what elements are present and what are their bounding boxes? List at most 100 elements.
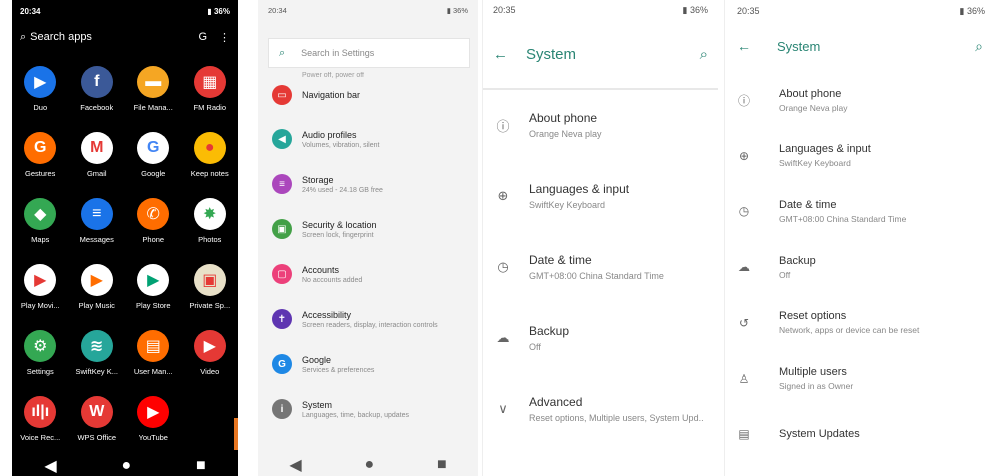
search-apps-label: Search apps bbox=[30, 31, 92, 43]
app-phone[interactable]: ✆ Phone bbox=[125, 198, 182, 256]
status-bar: 20:35 ▮ 36% bbox=[725, 0, 993, 22]
app-play-music[interactable]: ▶ Play Music bbox=[69, 264, 126, 322]
accessibility-icon: ✝ bbox=[272, 309, 292, 329]
settings-item-storage[interactable]: ≡ Storage 24% used - 24.18 GB free bbox=[258, 164, 478, 204]
edge-panel-handle[interactable] bbox=[234, 418, 238, 450]
app-keep-notes[interactable]: ● Keep notes bbox=[182, 132, 239, 190]
facebook-icon: f bbox=[80, 66, 113, 98]
app-play-store[interactable]: ▶ Play Store bbox=[125, 264, 182, 322]
fm-radio-icon: ▦ bbox=[193, 66, 226, 98]
navigation-bar: ◀ ● ■ bbox=[12, 456, 238, 476]
phone-icon: ✆ bbox=[137, 198, 170, 230]
settings-item-security-location[interactable]: ▣ Security & location Screen lock, fingerp… bbox=[258, 209, 478, 249]
google-icon[interactable]: G bbox=[198, 31, 207, 43]
system-item-date-time[interactable]: ◷ Date & time GMT+08:00 China Standard Tim… bbox=[483, 232, 718, 302]
system-item-subtitle: GMT+08:00 China Standard Time bbox=[529, 271, 664, 281]
app-private-sp[interactable]: ▣ Private Sp... bbox=[182, 264, 239, 322]
system-item-date-time[interactable]: ◷ Date & time GMT+08:00 China Standard Tim… bbox=[725, 183, 993, 239]
settings-item-subtitle: Volumes, vibration, silent bbox=[302, 141, 380, 149]
app-bar: ← System ⌕ bbox=[483, 20, 718, 90]
settings-item-navigation-bar[interactable]: ▭ Navigation bar bbox=[258, 75, 478, 115]
back-arrow-icon[interactable]: ← bbox=[737, 38, 751, 54]
play-store-icon: ▶ bbox=[137, 264, 170, 296]
system-item-advanced[interactable]: ∨ Advanced Reset options, Multiple users, … bbox=[483, 374, 718, 444]
settings-item-accessibility[interactable]: ✝ Accessibility Screen readers, display, i… bbox=[258, 299, 478, 339]
settings-item-audio-profiles[interactable]: ◀ Audio profiles Volumes, vibration, silen… bbox=[258, 119, 478, 159]
app-maps[interactable]: ◆ Maps bbox=[12, 198, 69, 256]
home-icon[interactable]: ● bbox=[121, 457, 131, 475]
recents-icon[interactable]: ■ bbox=[196, 457, 206, 475]
languages-input-icon: ⊕ bbox=[738, 148, 750, 163]
search-icon[interactable]: ⌕ bbox=[975, 38, 983, 55]
system-item-subtitle: Reset options, Multiple users, System Up… bbox=[529, 413, 704, 423]
home-icon[interactable]: ● bbox=[364, 456, 374, 474]
system-item-about-phone[interactable]: ⓘ About phone Orange Neva play bbox=[725, 72, 993, 128]
page-title: System bbox=[526, 45, 577, 63]
app-video[interactable]: ▶ Video bbox=[182, 330, 239, 388]
advanced-icon: ∨ bbox=[498, 401, 508, 416]
system-item-subtitle: SwiftKey Keyboard bbox=[779, 158, 851, 169]
app-fm-radio[interactable]: ▦ FM Radio bbox=[182, 66, 239, 124]
app-voice-rec[interactable]: ıl|ı Voice Rec... bbox=[12, 396, 69, 454]
settings-item-accounts[interactable]: ▢ Accounts No accounts added bbox=[258, 254, 478, 294]
backup-icon: ☁ bbox=[738, 260, 750, 275]
messages-icon: ≡ bbox=[80, 198, 113, 230]
settings-item-system[interactable]: i System Languages, time, backup, updates bbox=[258, 389, 478, 429]
app-google[interactable]: G Google bbox=[125, 132, 182, 190]
app-swiftkey-k[interactable]: ≋ SwiftKey K... bbox=[69, 330, 126, 388]
app-label: Photos bbox=[198, 235, 222, 244]
app-search-bar[interactable]: ⌕ Search apps G ⋮ bbox=[12, 24, 238, 50]
file-mana-icon: ▬ bbox=[137, 66, 170, 98]
app-label: Maps bbox=[31, 235, 50, 244]
search-icon: ⌕ bbox=[279, 46, 286, 59]
app-youtube[interactable]: ▶ YouTube bbox=[125, 396, 182, 454]
app-user-man[interactable]: ▤ User Man... bbox=[125, 330, 182, 388]
system-item-title: Backup bbox=[779, 254, 816, 267]
system-screen-collapsed: 20:35 ▮ 36% ← System ⌕ ⓘ About phone Orang… bbox=[482, 0, 718, 476]
settings-item-google[interactable]: G Google Services & preferences bbox=[258, 344, 478, 384]
google-icon: G bbox=[137, 132, 170, 164]
keep-notes-icon: ● bbox=[193, 132, 226, 164]
settings-item-title: Security & location bbox=[302, 219, 377, 230]
app-wps-office[interactable]: W WPS Office bbox=[69, 396, 126, 454]
system-item-subtitle: GMT+08:00 China Standard Time bbox=[779, 213, 907, 224]
app-gestures[interactable]: G Gestures bbox=[12, 132, 69, 190]
system-item-title: Languages & input bbox=[529, 182, 630, 196]
settings-search-field[interactable]: ⌕ Search in Settings bbox=[268, 38, 470, 68]
system-item-languages-input[interactable]: ⊕ Languages & input SwiftKey Keyboard bbox=[725, 128, 993, 184]
system-item-backup[interactable]: ☁ Backup Off bbox=[483, 303, 718, 373]
system-item-reset-options[interactable]: ↺ Reset options Network, apps or device ca… bbox=[725, 295, 993, 351]
system-item-about-phone[interactable]: ⓘ About phone Orange Neva play bbox=[483, 90, 718, 160]
back-arrow-icon[interactable]: ← bbox=[493, 46, 508, 63]
app-photos[interactable]: ✸ Photos bbox=[182, 198, 239, 256]
recents-icon[interactable]: ■ bbox=[437, 456, 447, 474]
video-icon: ▶ bbox=[193, 330, 226, 362]
system-item-subtitle: Off bbox=[779, 269, 791, 280]
app-label: Google bbox=[141, 169, 166, 178]
app-label: Gestures bbox=[25, 169, 56, 178]
more-options-icon[interactable]: ⋮ bbox=[219, 31, 230, 44]
app-label: Play Music bbox=[78, 301, 115, 310]
user-man-icon: ▤ bbox=[137, 330, 170, 362]
system-item-system-updates[interactable]: ▤ System Updates bbox=[725, 406, 993, 462]
back-icon[interactable]: ◀ bbox=[289, 455, 301, 475]
app-duo[interactable]: ▶ Duo bbox=[12, 66, 69, 124]
app-label: Play Movi... bbox=[20, 301, 60, 310]
app-messages[interactable]: ≡ Messages bbox=[69, 198, 126, 256]
system-screen-expanded: 20:35 ▮ 36% ← System ⌕ ⓘ About phone Orang… bbox=[724, 0, 993, 476]
app-play-movi[interactable]: ▶ Play Movi... bbox=[12, 264, 69, 322]
app-label: Keep notes bbox=[190, 169, 229, 178]
system-item-languages-input[interactable]: ⊕ Languages & input SwiftKey Keyboard bbox=[483, 161, 718, 231]
voice-rec-icon: ıl|ı bbox=[24, 396, 57, 428]
app-facebook[interactable]: f Facebook bbox=[69, 66, 126, 124]
system-item-subtitle: Off bbox=[529, 342, 541, 352]
app-settings[interactable]: ⚙ Settings bbox=[12, 330, 69, 388]
system-item-multiple-users[interactable]: ♙ Multiple users Signed in as Owner bbox=[725, 351, 993, 407]
back-icon[interactable]: ◀ bbox=[44, 456, 56, 476]
system-item-backup[interactable]: ☁ Backup Off bbox=[725, 239, 993, 295]
app-file-mana[interactable]: ▬ File Mana... bbox=[125, 66, 182, 124]
security-location-icon: ▣ bbox=[272, 219, 292, 239]
system-item-title: Advanced bbox=[529, 395, 583, 409]
app-gmail[interactable]: M Gmail bbox=[69, 132, 126, 190]
search-icon[interactable]: ⌕ bbox=[700, 46, 708, 63]
